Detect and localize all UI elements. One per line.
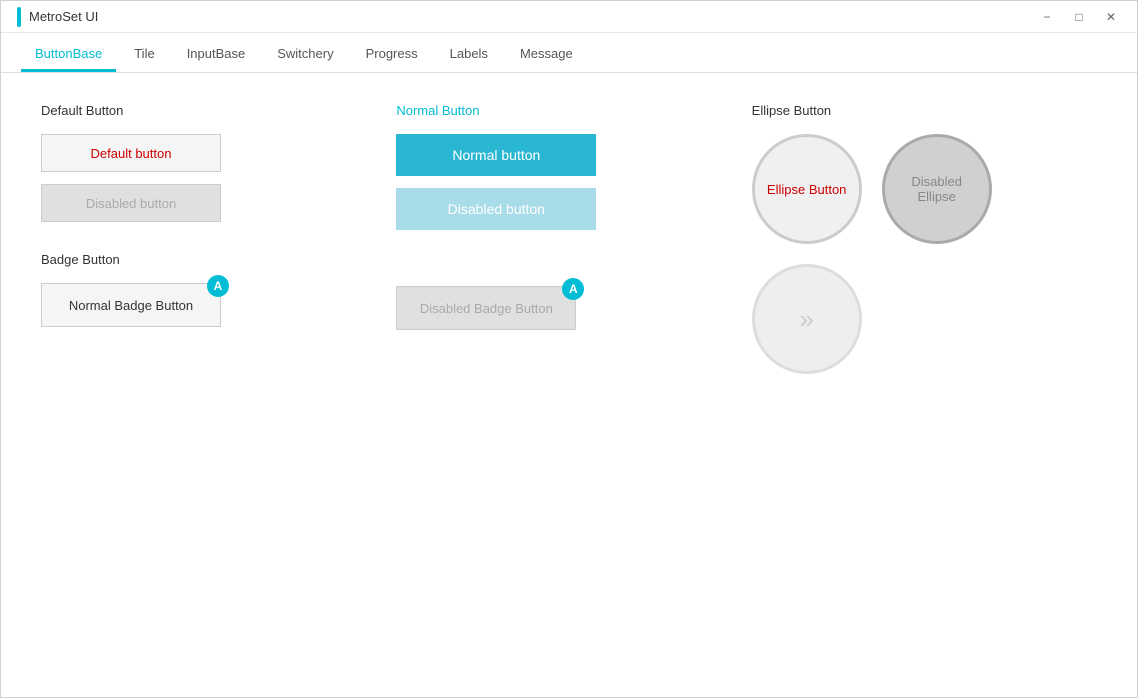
badge-button-title: Badge Button [41,252,386,267]
maximize-button[interactable]: □ [1065,7,1093,27]
tab-progress[interactable]: Progress [352,38,432,72]
title-bar-left: MetroSet UI [17,7,98,27]
normal-badge: A [207,275,229,297]
ellipse-row-1: Ellipse Button Disabled Ellipse [752,134,1097,244]
badge-button-section: Badge Button Normal Badge Button A [41,252,386,339]
minimize-button[interactable]: − [1033,7,1061,27]
normal-badge-btn-container: Normal Badge Button A [41,283,221,327]
disabled-badge-section: Disabled Badge Button A [396,286,741,342]
ellipse-button-section: Ellipse Button Ellipse Button Disabled E… [752,103,1097,374]
tab-tile[interactable]: Tile [120,38,168,72]
app-window: MetroSet UI − □ ✕ ButtonBase Tile InputB… [0,0,1138,698]
default-button-title: Default Button [41,103,386,118]
default-button-disabled: Disabled button [41,184,221,222]
tab-bar: ButtonBase Tile InputBase Switchery Prog… [1,33,1137,73]
default-button-section: Default Button Default button Disabled b… [41,103,386,222]
normal-button[interactable]: Normal button [396,134,596,176]
ellipse-button-disabled: Disabled Ellipse [882,134,992,244]
ellipse-button-title: Ellipse Button [752,103,1097,118]
sections-wrapper: Default Button Default button Disabled b… [31,103,1107,404]
tab-labels[interactable]: Labels [436,38,502,72]
col2: Normal Button Normal button Disabled but… [396,103,751,404]
disabled-badge-button: Disabled Badge Button [396,286,576,330]
tab-inputbase[interactable]: InputBase [173,38,260,72]
title-bar-controls: − □ ✕ [1033,7,1125,27]
normal-button-title: Normal Button [396,103,741,118]
default-button-normal[interactable]: Default button [41,134,221,172]
tab-switchery[interactable]: Switchery [263,38,347,72]
normal-button-section: Normal Button Normal button Disabled but… [396,103,741,230]
title-bar: MetroSet UI − □ ✕ [1,1,1137,33]
close-button[interactable]: ✕ [1097,7,1125,27]
disabled-badge-btn-container: Disabled Badge Button A [396,286,576,330]
app-title: MetroSet UI [29,9,98,24]
col1: Default Button Default button Disabled b… [41,103,396,404]
ellipse-button-normal[interactable]: Ellipse Button [752,134,862,244]
col3: Ellipse Button Ellipse Button Disabled E… [752,103,1107,404]
normal-button-disabled: Disabled button [396,188,596,230]
disabled-badge: A [562,278,584,300]
tab-buttonbase[interactable]: ButtonBase [21,38,116,72]
tab-message[interactable]: Message [506,38,587,72]
accent-bar [17,7,21,27]
main-content: Default Button Default button Disabled b… [1,73,1137,697]
normal-badge-button[interactable]: Normal Badge Button [41,283,221,327]
ellipse-row-2: » [752,264,1097,374]
ellipse-button-arrow[interactable]: » [752,264,862,374]
